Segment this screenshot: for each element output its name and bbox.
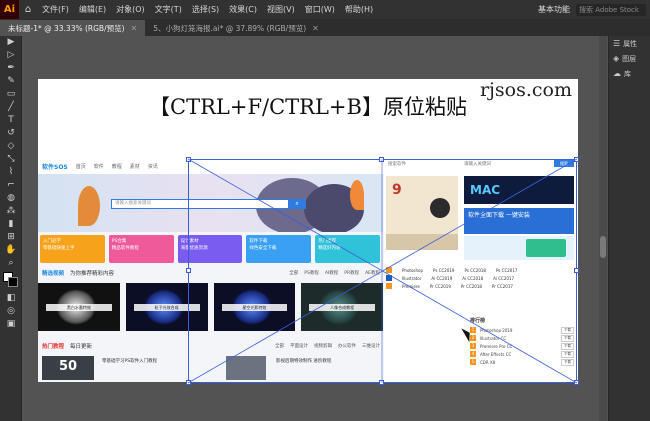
nav-item: 首页 [75, 163, 86, 170]
category-card: 入门必学 零基础快速上手 [40, 235, 105, 263]
section-sub: 为你推荐精彩内容 [70, 270, 115, 277]
menu-object[interactable]: 对象(O) [111, 4, 150, 15]
canvas[interactable]: rjsos.com 【CTRL+F/CTRL+B】原位粘贴 软件SOS 首页 软… [22, 36, 608, 421]
type-tool-icon[interactable]: T [0, 114, 22, 127]
hand-tool-icon[interactable]: ✋ [0, 244, 22, 257]
close-icon[interactable]: ✕ [131, 24, 138, 33]
nav-item: 软件 [93, 163, 104, 170]
menu-type[interactable]: 文字(T) [150, 4, 187, 15]
libraries-panel-button[interactable]: ☁ 库 [609, 66, 650, 81]
thumb-caption: 黑白水墨特效 [46, 304, 112, 311]
number-badge: 50 [42, 356, 94, 380]
resize-handle[interactable] [379, 157, 384, 162]
card-sub: 精品软件教程 [111, 246, 139, 251]
tools-panel: ▶ ▷ ✒ ✎ ▭ ╱ T ↺ ◇ ⤡ ⌇ ⌐ ◍ ⁂ ▮ ⊞ ✋ ⌕ ◧ ◎ … [0, 36, 22, 421]
tutorial-text: 零基础学习PS软件入门教程 [102, 359, 158, 364]
category-card: PS合集 精品软件教程 [108, 235, 174, 263]
artboard-title: 【CTRL+F/CTRL+B】原位粘贴 [149, 95, 467, 119]
home-icon[interactable]: ⌂ [19, 4, 37, 15]
document-tabs: 未标题-1* @ 33.33% (RGB/预览) ✕ 5、小狗灯笼海报.ai* … [0, 19, 650, 36]
properties-panel-button[interactable]: ☰ 属性 [609, 36, 650, 51]
tab-document-1[interactable]: 未标题-1* @ 33.33% (RGB/预览) ✕ [0, 20, 146, 36]
video-thumbnail: 黑白水墨特效 [38, 283, 120, 331]
panel-label: 库 [624, 69, 631, 78]
resize-handle[interactable] [186, 268, 191, 273]
card-title: PS合集 [111, 239, 127, 244]
rectangle-tool-icon[interactable]: ▭ [0, 88, 22, 101]
paintbrush-tool-icon[interactable]: ╱ [0, 101, 22, 114]
app-logo: Ai [0, 0, 19, 19]
close-icon[interactable]: ✕ [312, 24, 319, 33]
rotate-tool-icon[interactable]: ↺ [0, 127, 22, 140]
selection-bounding-box[interactable] [188, 159, 577, 383]
layers-icon: ◈ [613, 54, 620, 63]
nav-item: 资讯 [147, 163, 158, 170]
width-tool-icon[interactable]: ⌇ [0, 166, 22, 179]
tab-label: 5、小狗灯笼海报.ai* @ 37.89% (RGB/预览) [153, 23, 307, 33]
nav-item: 素材 [129, 163, 140, 170]
color-mode-icon[interactable]: ◧ [0, 292, 22, 305]
resize-handle[interactable] [574, 157, 579, 162]
direct-selection-tool-icon[interactable]: ▷ [0, 49, 22, 62]
curvature-tool-icon[interactable]: ✎ [0, 75, 22, 88]
pen-tool-icon[interactable]: ✒ [0, 62, 22, 75]
symbol-sprayer-icon[interactable]: ⁂ [0, 205, 22, 218]
nav-item: 教程 [111, 163, 122, 170]
menu-file[interactable]: 文件(F) [37, 4, 74, 15]
resize-handle[interactable] [186, 157, 191, 162]
tab-label: 未标题-1* @ 33.33% (RGB/预览) [8, 23, 125, 33]
menu-effect[interactable]: 效果(C) [224, 4, 262, 15]
card-title: 入门必学 [43, 239, 61, 244]
section-sub: 每日更新 [70, 343, 93, 350]
menu-help[interactable]: 帮助(H) [340, 4, 378, 15]
layers-panel-button[interactable]: ◈ 图层 [609, 51, 650, 66]
menu-edit[interactable]: 编辑(E) [74, 4, 111, 15]
panel-label: 属性 [623, 39, 638, 48]
workspace-switcher[interactable]: 基本功能 [538, 4, 570, 15]
stock-search-input[interactable]: 搜索 Adobe Stock [576, 3, 646, 16]
card-sub: 零基础快速上手 [43, 246, 75, 251]
right-panel-dock: ☰ 属性 ◈ 图层 ☁ 库 [608, 36, 650, 421]
vertical-scrollbar[interactable] [599, 36, 607, 421]
zoom-tool-icon[interactable]: ⌕ [0, 257, 22, 270]
scale-tool-icon[interactable]: ⤡ [0, 153, 22, 166]
section-title: 精选视频 [42, 270, 65, 277]
resize-handle[interactable] [574, 268, 579, 273]
resize-handle[interactable] [186, 380, 191, 385]
section-title: 热门教程 [42, 343, 65, 350]
draw-mode-icon[interactable]: ◎ [0, 305, 22, 318]
menu-bar: Ai ⌂ 文件(F) 编辑(E) 对象(O) 文字(T) 选择(S) 效果(C)… [0, 0, 650, 19]
tab-document-2[interactable]: 5、小狗灯笼海报.ai* @ 37.89% (RGB/预览) ✕ [145, 20, 327, 36]
blend-tool-icon[interactable]: ◍ [0, 192, 22, 205]
menu-select[interactable]: 选择(S) [187, 4, 224, 15]
scrollbar-thumb[interactable] [600, 236, 606, 258]
artboard-tool-icon[interactable]: ⊞ [0, 231, 22, 244]
column-graph-tool-icon[interactable]: ▮ [0, 218, 22, 231]
libraries-icon: ☁ [613, 69, 621, 78]
resize-handle[interactable] [574, 380, 579, 385]
panel-label: 图层 [622, 54, 637, 63]
eraser-tool-icon[interactable]: ◇ [0, 140, 22, 153]
site-logo: 软件SOS [42, 163, 68, 171]
stroke-swatch[interactable] [8, 277, 18, 287]
menu-view[interactable]: 视图(V) [262, 4, 300, 15]
resize-handle[interactable] [379, 380, 384, 385]
menu-window[interactable]: 窗口(W) [300, 4, 340, 15]
leaf-decoration [78, 186, 100, 226]
screen-mode-icon[interactable]: ▣ [0, 318, 22, 331]
eyedropper-tool-icon[interactable]: ⌐ [0, 179, 22, 192]
fill-stroke-swatch[interactable] [0, 270, 21, 292]
properties-icon: ☰ [613, 39, 621, 48]
selection-tool-icon[interactable]: ▶ [0, 36, 22, 49]
